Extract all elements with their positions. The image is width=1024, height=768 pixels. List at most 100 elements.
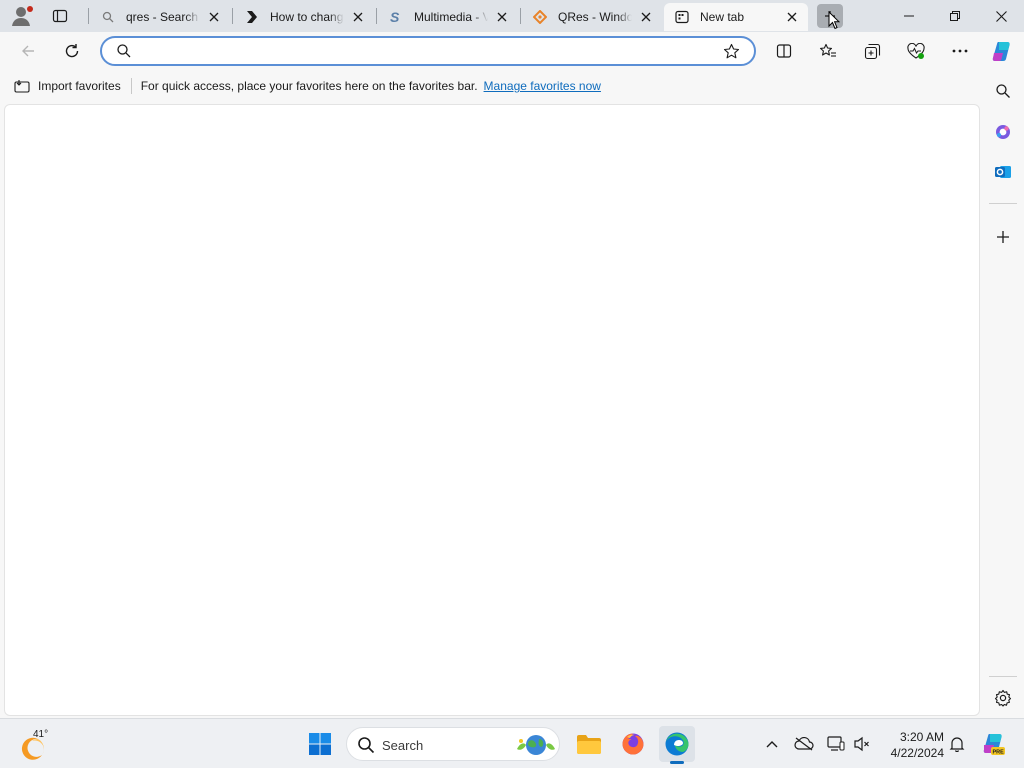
- favorite-star-icon[interactable]: [723, 43, 740, 63]
- cloud-offline-icon: [794, 737, 814, 751]
- svg-text:S: S: [390, 10, 400, 24]
- sidebar-add-button[interactable]: [988, 222, 1018, 252]
- search-icon: [116, 43, 132, 62]
- tab-actions-button[interactable]: [46, 4, 74, 28]
- settings-and-more-button[interactable]: [945, 36, 975, 66]
- import-favorites-label: Import favorites: [38, 79, 121, 93]
- split-screen-button[interactable]: [769, 36, 799, 66]
- close-icon[interactable]: [784, 9, 800, 25]
- taskbar-search-label: Search: [382, 738, 424, 753]
- display-tray-button[interactable]: [824, 732, 848, 756]
- chevron-up-icon: [766, 741, 778, 748]
- page-content: [4, 104, 980, 716]
- tab-how-to-change[interactable]: How to change: [234, 3, 374, 31]
- import-favorites-button[interactable]: Import favorites: [14, 75, 121, 97]
- import-icon: [14, 80, 30, 93]
- clock-time: 3:20 AM: [899, 730, 944, 744]
- tab-separator: [520, 8, 521, 24]
- tab-label: Multimedia - V: [414, 10, 488, 24]
- sidebar-copilot-button[interactable]: [988, 117, 1018, 147]
- favorites-separator: [130, 78, 132, 94]
- tab-qres-window[interactable]: QRes - Window: [522, 3, 662, 31]
- monitor-icon: [827, 736, 845, 751]
- firefox-button[interactable]: [615, 726, 651, 762]
- newtab-icon: [674, 9, 690, 25]
- edge-icon: [665, 732, 689, 756]
- back-button[interactable]: [13, 36, 43, 66]
- sidebar: [982, 70, 1024, 718]
- bell-icon: [949, 737, 965, 752]
- close-icon[interactable]: [494, 9, 510, 25]
- refresh-button[interactable]: [57, 36, 87, 66]
- close-window-button[interactable]: [978, 0, 1024, 32]
- manage-favorites-link[interactable]: Manage favorites now: [484, 79, 601, 93]
- onedrive-tray-button[interactable]: [792, 732, 816, 756]
- sidebar-settings-button[interactable]: [988, 683, 1018, 713]
- heart-pulse-icon: [907, 42, 925, 59]
- minimize-button[interactable]: [886, 0, 932, 32]
- file-explorer-button[interactable]: [571, 726, 607, 762]
- copilot-button[interactable]: [987, 36, 1017, 66]
- tab-qres-search[interactable]: qres - Search: [90, 3, 230, 31]
- collections-button[interactable]: [857, 36, 887, 66]
- network-volume-tray-button[interactable]: [850, 732, 874, 756]
- tab-new-tab[interactable]: New tab: [664, 3, 808, 31]
- taskbar: 41° Search 3:20 AM 4/22/2024 PRE: [0, 718, 1024, 768]
- svg-text:PRE: PRE: [993, 750, 1005, 756]
- chevron-logo-icon: [244, 9, 260, 25]
- tab-separator: [88, 8, 89, 24]
- tab-label: qres - Search: [126, 10, 199, 24]
- diamond-logo-icon: [532, 9, 548, 25]
- taskbar-search-box[interactable]: Search: [346, 727, 560, 761]
- s-logo-icon: S: [388, 9, 404, 25]
- back-arrow-icon: [22, 45, 34, 57]
- system-clock[interactable]: 3:20 AM 4/22/2024: [872, 729, 944, 761]
- address-bar[interactable]: [100, 36, 756, 66]
- toolbar: [0, 32, 1024, 70]
- restore-icon: [950, 11, 960, 21]
- browser-essentials-button[interactable]: [901, 36, 931, 66]
- active-app-indicator: [670, 761, 684, 764]
- tab-separator: [232, 8, 233, 24]
- close-icon[interactable]: [206, 9, 222, 25]
- weather-widget[interactable]: 41°: [18, 727, 58, 763]
- favorites-list-icon: [819, 43, 836, 57]
- firefox-icon: [622, 733, 644, 755]
- restore-button[interactable]: [932, 0, 978, 32]
- speaker-muted-icon: [854, 736, 869, 752]
- refresh-icon: [65, 44, 79, 58]
- mouse-cursor: [828, 10, 841, 33]
- search-icon: [357, 736, 375, 757]
- tab-label: How to change: [270, 10, 344, 24]
- earth-day-icon: [515, 733, 557, 760]
- favorites-button[interactable]: [813, 36, 843, 66]
- sidebar-separator: [989, 676, 1017, 677]
- copilot-icon: [992, 42, 1010, 61]
- sidebar-search-button[interactable]: [988, 76, 1018, 106]
- close-icon[interactable]: [638, 9, 654, 25]
- more-dots-icon: [952, 49, 968, 53]
- sidebar-outlook-button[interactable]: [988, 157, 1018, 187]
- minimize-icon: [904, 15, 914, 17]
- profile-avatar[interactable]: [8, 4, 36, 28]
- outlook-icon: [995, 166, 1011, 178]
- tab-bar: qres - Search How to change S Multimedia…: [0, 0, 1024, 32]
- edge-button[interactable]: [659, 726, 695, 762]
- close-icon[interactable]: [350, 9, 366, 25]
- designer-icon: [996, 125, 1010, 139]
- split-screen-icon: [776, 44, 792, 58]
- close-icon: [995, 10, 1007, 22]
- search-icon: [100, 9, 116, 25]
- favorites-bar: Import favorites For quick access, place…: [0, 70, 982, 102]
- folder-icon: [577, 735, 601, 754]
- address-input[interactable]: [142, 42, 712, 60]
- start-button[interactable]: [302, 726, 338, 762]
- search-icon: [996, 84, 1010, 98]
- show-hidden-icons-button[interactable]: [760, 732, 784, 756]
- notifications-button[interactable]: [945, 732, 969, 756]
- plus-icon: [997, 231, 1009, 243]
- copilot-preview-button[interactable]: PRE: [979, 730, 1007, 758]
- favorites-hint-text: For quick access, place your favorites h…: [140, 79, 478, 93]
- tab-label: New tab: [700, 10, 745, 24]
- tab-multimedia[interactable]: S Multimedia - V: [378, 3, 518, 31]
